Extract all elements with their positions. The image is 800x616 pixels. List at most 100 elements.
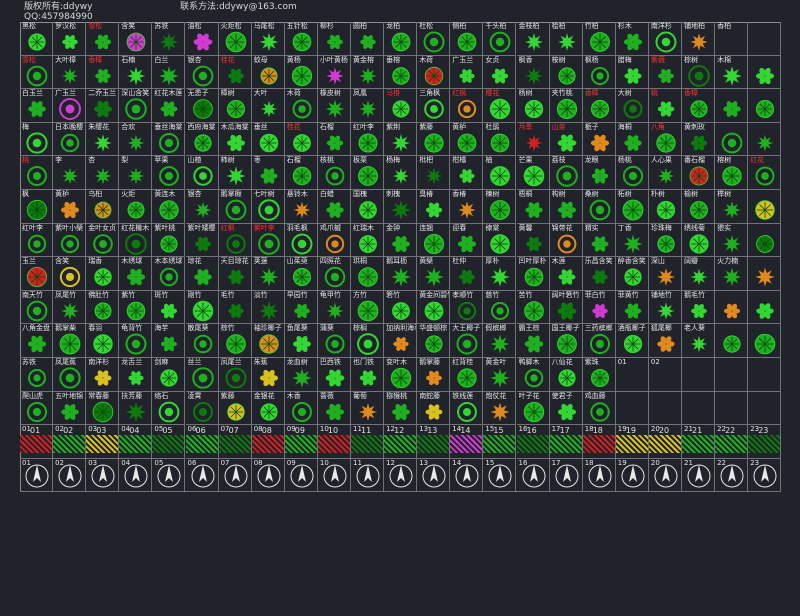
plant-cell[interactable] (715, 324, 749, 358)
plant-cell[interactable]: 八仙花 (549, 358, 583, 392)
plant-cell[interactable] (748, 257, 782, 291)
plant-cell[interactable]: 杨桃 (615, 156, 649, 190)
plant-cell[interactable]: 梅 (20, 122, 54, 157)
plant-cell[interactable]: 紫藤 (218, 391, 252, 426)
plant-cell[interactable]: 火力楠 (715, 257, 749, 291)
plant-cell[interactable]: 红花檵木 (119, 223, 153, 258)
plant-cell[interactable]: 红瑞木 (351, 223, 385, 258)
plant-cell[interactable]: 方竹 (351, 290, 385, 325)
plant-cell[interactable]: 凤尾兰 (218, 358, 252, 392)
plant-cell[interactable]: 月季 (516, 122, 550, 157)
plant-cell[interactable]: 梧桐 (516, 190, 550, 224)
plant-cell[interactable]: 乐昌含笑 (582, 257, 616, 291)
plant-cell[interactable]: 黄杨 (284, 55, 318, 90)
plant-cell[interactable]: 柘树 (615, 190, 649, 224)
hatch-swatch[interactable] (20, 435, 54, 454)
plant-cell[interactable]: 龙眼 (582, 156, 616, 190)
plant-cell[interactable] (748, 391, 782, 426)
plant-cell[interactable]: 银杏 (185, 55, 219, 90)
plant-cell[interactable]: 深山 (648, 257, 682, 291)
symbol-icon[interactable] (619, 462, 647, 490)
plant-cell[interactable]: 木本绣球 (152, 257, 186, 291)
symbol-icon[interactable] (652, 462, 680, 490)
north-arrow-icon[interactable] (56, 462, 84, 490)
plant-cell[interactable]: 楝树 (483, 190, 517, 224)
plant-cell[interactable]: 紫藤 (417, 122, 451, 157)
plant-cell[interactable]: 银杏 (185, 190, 219, 224)
plant-cell[interactable]: 红花 (748, 156, 782, 190)
plant-cell[interactable] (648, 391, 682, 426)
plant-cell[interactable]: 桧柏 (549, 22, 583, 56)
plant-cell[interactable] (682, 358, 716, 392)
hatch-swatch[interactable] (615, 435, 649, 454)
plant-cell[interactable]: 霸王棕 (516, 324, 550, 358)
plant-cell[interactable]: 白兰 (152, 55, 186, 90)
plant-cell[interactable]: 夹竹桃 (549, 89, 583, 123)
plant-cell[interactable]: 鹅耳枥 (384, 257, 418, 291)
plant-cell[interactable]: 垂丝 (251, 122, 285, 157)
plant-cell[interactable]: 五针松 (284, 22, 318, 56)
plant-cell[interactable]: 鹅掌柴 (53, 324, 87, 358)
plant-cell[interactable]: 二乔玉兰 (86, 89, 120, 123)
symbol-icon[interactable] (553, 462, 581, 490)
plant-cell[interactable]: 棕竹 (218, 324, 252, 358)
plant-cell[interactable]: 火炬 (119, 190, 153, 224)
plant-cell[interactable]: 爬山虎 (20, 391, 54, 426)
plant-cell[interactable]: 羽毛枫 (284, 223, 318, 258)
plant-cell[interactable]: 三角枫 (417, 89, 451, 123)
plant-cell[interactable]: 黄金间碧竹 (417, 290, 451, 325)
hatch-swatch[interactable] (549, 435, 583, 454)
plant-cell[interactable]: 国王椰子 (549, 324, 583, 358)
plant-cell[interactable]: 鸡爪槭 (317, 223, 351, 258)
plant-cell[interactable]: 佛肚竹 (86, 290, 120, 325)
plant-cell[interactable]: 紫叶矮樱 (185, 223, 219, 258)
plant-cell[interactable]: 阔瓣 (682, 257, 716, 291)
plant-cell[interactable]: 含笑 (119, 22, 153, 56)
plant-cell[interactable]: 01 (615, 358, 649, 392)
plant-cell[interactable]: 斑竹 (152, 290, 186, 325)
plant-cell[interactable]: 腊梅 (615, 55, 649, 90)
plant-cell[interactable]: 枣 (251, 156, 285, 190)
plant-cell[interactable]: 大树 (615, 89, 649, 123)
plant-cell[interactable]: 板栗 (351, 156, 385, 190)
plant-cell[interactable]: 香椿 (450, 190, 484, 224)
plant-cell[interactable]: 杨树 (516, 89, 550, 123)
plant-cell[interactable]: 叶子花 (516, 391, 550, 426)
plant-cell[interactable] (748, 223, 782, 258)
symbol-icon[interactable] (520, 462, 548, 490)
plant-cell[interactable]: 丁香 (615, 223, 649, 258)
plant-cell[interactable]: 也门铁 (351, 358, 385, 392)
symbol-icon[interactable] (420, 462, 448, 490)
plant-cell[interactable]: 柳杉 (317, 22, 351, 56)
plant-cell[interactable] (748, 324, 782, 358)
plant-cell[interactable]: 黄馨 (516, 223, 550, 258)
plant-cell[interactable]: 香樟 (86, 55, 120, 90)
plant-cell[interactable]: 蔷薇 (317, 391, 351, 426)
plant-cell[interactable]: 五叶地锦 (53, 391, 87, 426)
plant-cell[interactable]: 白蜡 (317, 190, 351, 224)
plant-cell[interactable]: 变叶木 (384, 358, 418, 392)
plant-cell[interactable]: 油松 (185, 22, 219, 56)
plant-cell[interactable]: 人心果 (648, 156, 682, 190)
plant-cell[interactable]: 龙血树 (284, 358, 318, 392)
plant-cell[interactable]: 凹叶厚朴 (516, 257, 550, 291)
plant-cell[interactable]: 苦竹 (516, 290, 550, 325)
plant-cell[interactable]: 紫荆 (384, 122, 418, 157)
plant-cell[interactable]: 桑树 (582, 190, 616, 224)
plant-cell[interactable]: 南天竹 (20, 290, 54, 325)
plant-cell[interactable]: 铺地竹 (648, 290, 682, 325)
plant-cell[interactable]: 菲白竹 (582, 290, 616, 325)
plant-cell[interactable]: 早园竹 (284, 290, 318, 325)
plant-cell[interactable]: 香樟 (682, 89, 716, 123)
plant-cell[interactable]: 番石榴 (682, 156, 716, 190)
plant-cell[interactable]: 构树 (549, 190, 583, 224)
plant-cell[interactable]: 石榴 (317, 122, 351, 157)
plant-cell[interactable]: 李 (53, 156, 87, 190)
hatch-swatch[interactable] (682, 435, 716, 454)
plant-cell[interactable]: 橡皮树 (317, 89, 351, 123)
plant-cell[interactable]: 紫薇 (648, 55, 682, 90)
plant-cell[interactable]: 珍珠梅 (648, 223, 682, 258)
plant-cell[interactable]: 荚蒾 (251, 257, 285, 291)
plant-cell[interactable]: 凤尾蕉 (53, 358, 87, 392)
plant-cell[interactable]: 玉兰 (20, 257, 54, 291)
